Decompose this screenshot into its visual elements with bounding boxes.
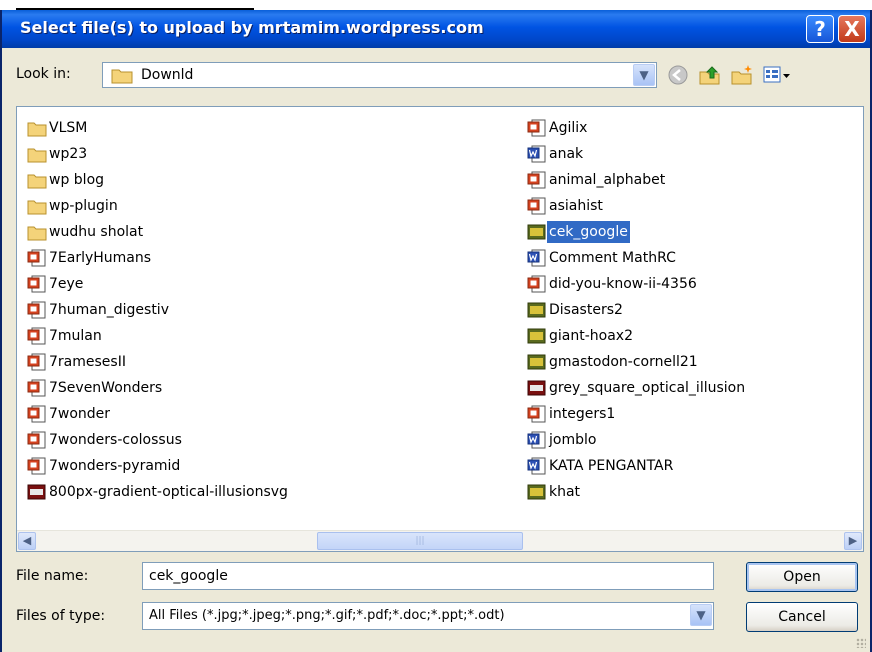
file-name: VLSM <box>49 120 88 136</box>
filetype-dropdown[interactable]: All Files (*.jpg;*.jpeg;*.png;*.gif;*.pd… <box>142 602 714 630</box>
lookin-dropdown[interactable]: Downld ▼ <box>102 62 657 88</box>
open-button[interactable]: Open <box>746 562 858 592</box>
folder-icon <box>27 119 47 137</box>
file-name: wp blog <box>49 172 105 188</box>
file-name: anak <box>549 146 584 162</box>
file-name: 800px-gradient-optical-illusionsvg <box>49 484 288 500</box>
file-name: Agilix <box>549 120 588 136</box>
filename-value: cek_google <box>149 568 228 584</box>
lookin-label: Look in: <box>16 66 71 82</box>
lookin-value: Downld <box>141 67 194 83</box>
file-name: Disasters2 <box>549 302 623 318</box>
ppt-icon <box>27 275 47 293</box>
file-name: 7EarlyHumans <box>49 250 152 266</box>
filetype-label: Files of type: <box>16 608 106 624</box>
ppt-icon <box>27 301 47 319</box>
filename-input[interactable]: cek_google <box>142 562 714 590</box>
ppt-icon <box>27 327 47 345</box>
file-name: 7wonders-pyramid <box>49 458 181 474</box>
file-name: integers1 <box>549 406 616 422</box>
ppt-icon <box>527 197 547 215</box>
scroll-left-button[interactable]: ◀ <box>18 532 36 550</box>
png-icon <box>27 483 47 501</box>
folder-icon <box>111 69 133 84</box>
file-name: wp23 <box>49 146 88 162</box>
help-button[interactable]: ? <box>806 15 834 43</box>
ppt-icon <box>27 457 47 475</box>
folder-icon <box>27 145 47 163</box>
window-title: Select file(s) to upload by mrtamim.word… <box>20 18 484 37</box>
file-name: jomblo <box>549 432 597 448</box>
jpg-icon <box>527 483 547 501</box>
file-name: 7ramesesII <box>49 354 126 370</box>
filetype-value: All Files (*.jpg;*.jpeg;*.png;*.gif;*.pd… <box>149 608 505 623</box>
file-name: 7human_digestiv <box>49 302 169 318</box>
cancel-button[interactable]: Cancel <box>746 602 858 632</box>
file-name: cek_google <box>547 221 630 243</box>
jpg-icon <box>527 327 547 345</box>
file-name: khat <box>549 484 581 500</box>
file-name: 7eye <box>49 276 84 292</box>
file-name: animal_alphabet <box>549 172 666 188</box>
chevron-down-icon[interactable]: ▼ <box>690 604 712 626</box>
chevron-down-icon[interactable]: ▼ <box>633 64 655 86</box>
word-icon <box>527 249 547 267</box>
ppt-icon <box>527 119 547 137</box>
png-icon <box>527 379 547 397</box>
word-icon <box>527 431 547 449</box>
scroll-thumb[interactable]: ||| <box>317 532 523 550</box>
word-icon <box>527 457 547 475</box>
new-folder-icon[interactable] <box>730 64 754 86</box>
close-button[interactable]: X <box>838 15 866 43</box>
file-name: KATA PENGANTAR <box>549 458 674 474</box>
file-upload-dialog: Select file(s) to upload by mrtamim.word… <box>0 10 872 652</box>
resize-grip[interactable] <box>856 638 866 648</box>
file-name: 7mulan <box>49 328 102 344</box>
folder-icon <box>27 223 47 241</box>
file-name: 7wonders-colossus <box>49 432 182 448</box>
word-icon <box>527 145 547 163</box>
file-name: asiahist <box>549 198 603 214</box>
view-menu-icon[interactable] <box>762 64 792 86</box>
ppt-icon <box>27 405 47 423</box>
jpg-icon <box>527 301 547 319</box>
folder-icon <box>27 171 47 189</box>
jpg-icon <box>527 223 547 241</box>
back-icon[interactable] <box>666 64 690 86</box>
file-name: 7SevenWonders <box>49 380 163 396</box>
file-name: wp-plugin <box>49 198 118 214</box>
file-list[interactable]: VLSM wp23 wp blog wp-plugin wudhu sholat 7Ear… <box>16 106 864 552</box>
horizontal-scrollbar[interactable]: ◀ ||| ▶ <box>17 530 863 551</box>
file-name: Comment MathRC <box>549 250 676 266</box>
file-name: wudhu sholat <box>49 224 144 240</box>
ppt-icon <box>27 379 47 397</box>
folder-icon <box>27 197 47 215</box>
scroll-right-button[interactable]: ▶ <box>844 532 862 550</box>
file-name: grey_square_optical_illusion <box>549 380 746 396</box>
ppt-icon <box>527 405 547 423</box>
ppt-icon <box>527 171 547 189</box>
filename-label: File name: <box>16 568 89 584</box>
ppt-icon <box>527 275 547 293</box>
file-name: gmastodon-cornell21 <box>549 354 698 370</box>
up-folder-icon[interactable] <box>698 64 722 86</box>
file-name: giant-hoax2 <box>549 328 633 344</box>
ppt-icon <box>27 353 47 371</box>
ppt-icon <box>27 249 47 267</box>
title-bar[interactable]: Select file(s) to upload by mrtamim.word… <box>2 10 870 48</box>
jpg-icon <box>527 353 547 371</box>
file-name: 7wonder <box>49 406 111 422</box>
ppt-icon <box>27 431 47 449</box>
file-name: did-you-know-ii-4356 <box>549 276 697 292</box>
